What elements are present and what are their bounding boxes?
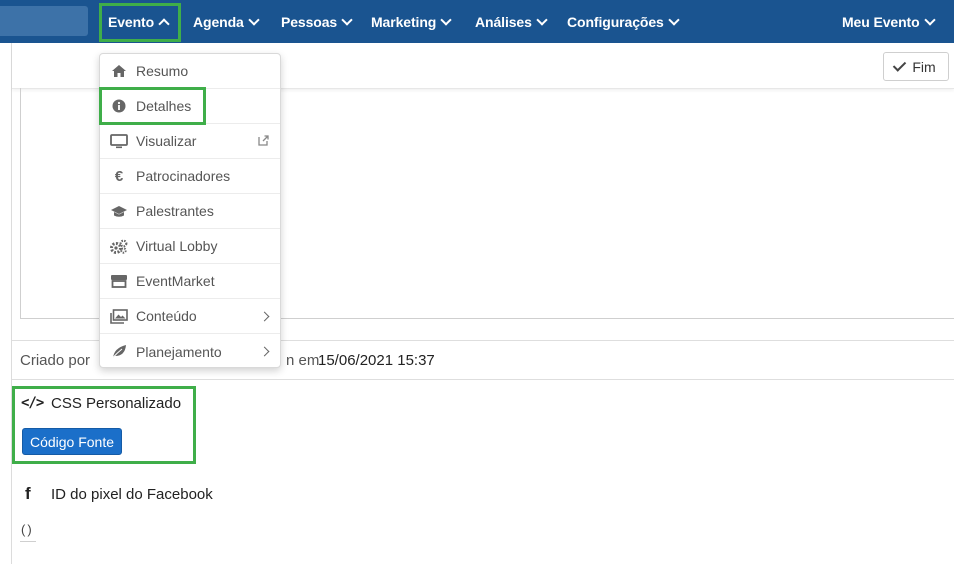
menu-item-conteudo[interactable]: Conteúdo: [100, 299, 280, 334]
menu-item-resumo[interactable]: Resumo: [100, 54, 280, 89]
css-section-title: CSS Personalizado: [51, 395, 182, 412]
created-on-label: n em: [286, 352, 320, 369]
facebook-pixel-underline: [20, 541, 36, 542]
menu-item-planejamento[interactable]: Planejamento: [100, 334, 280, 369]
cogs-icon: [110, 238, 128, 254]
codigo-fonte-button[interactable]: Código Fonte: [22, 428, 122, 455]
menu-item-virtual-lobby[interactable]: Virtual Lobby: [100, 229, 280, 264]
facebook-pixel-title: ID do pixel do Facebook: [51, 486, 213, 503]
nav-marketing[interactable]: Marketing: [371, 0, 452, 43]
menu-item-visualizar[interactable]: Visualizar: [100, 124, 280, 159]
store-icon: [110, 273, 128, 289]
chevron-down-icon: [668, 13, 680, 26]
nav-agenda[interactable]: Agenda: [193, 0, 260, 43]
monitor-icon: [110, 133, 128, 149]
chevron-down-icon: [440, 13, 452, 26]
highlight-evento: [99, 3, 181, 42]
euro-icon: €: [114, 167, 124, 185]
left-border: [11, 43, 12, 564]
chevron-down-icon: [341, 13, 353, 26]
external-link-icon: [258, 133, 269, 149]
check-icon: [893, 57, 907, 72]
chevron-down-icon: [536, 13, 548, 26]
home-icon: [110, 63, 128, 79]
leaf-icon: [110, 344, 128, 360]
images-icon: [110, 308, 128, 324]
created-by-label: Criado por: [20, 352, 91, 369]
chevron-right-icon: [259, 346, 270, 357]
created-date: 15/06/2021 15:37: [318, 352, 435, 369]
highlight-detalhes: [99, 87, 206, 125]
chevron-right-icon: [259, 311, 270, 321]
search-input[interactable]: [0, 6, 88, 36]
facebook-icon: f: [25, 484, 31, 503]
graduation-cap-icon: [110, 203, 128, 219]
menu-item-patrocinadores[interactable]: € Patrocinadores: [100, 159, 280, 194]
chevron-down-icon: [923, 13, 936, 26]
nav-pessoas[interactable]: Pessoas: [281, 0, 353, 43]
facebook-pixel-value[interactable]: (): [21, 522, 34, 537]
menu-item-palestrantes[interactable]: Palestrantes: [100, 194, 280, 229]
chevron-down-icon: [248, 13, 260, 26]
menu-item-eventmarket[interactable]: EventMarket: [100, 264, 280, 299]
code-icon: </>: [21, 395, 44, 411]
fim-button[interactable]: Fim: [883, 52, 949, 81]
nav-meu-evento[interactable]: Meu Evento: [842, 0, 936, 43]
nav-analises[interactable]: Análises: [475, 0, 548, 43]
nav-configuracoes[interactable]: Configurações: [567, 0, 680, 43]
